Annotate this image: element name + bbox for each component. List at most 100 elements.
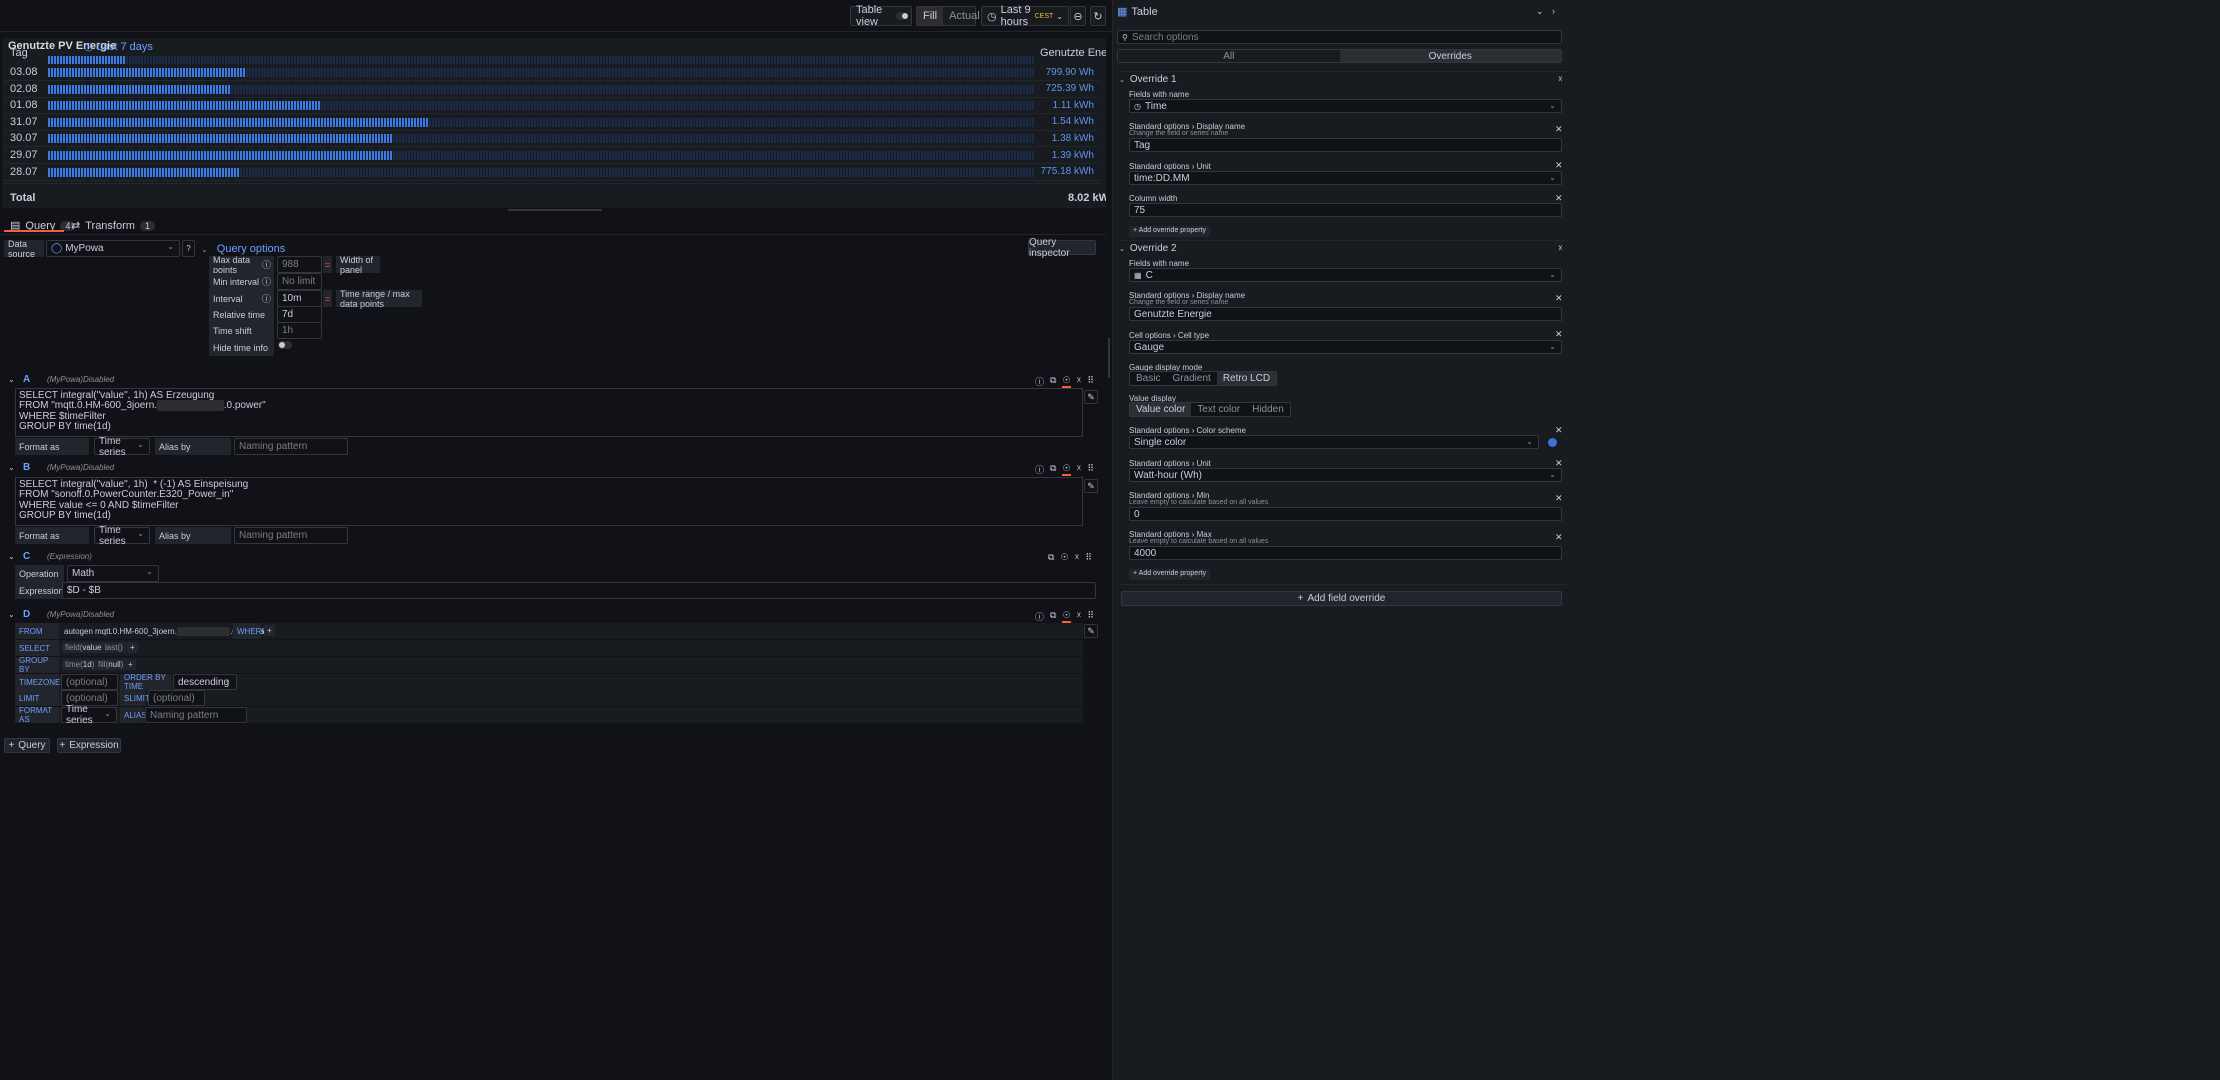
datasource-help-button[interactable]: ? [182,240,195,257]
hide-icon[interactable]: ☉ [1062,463,1071,476]
alias-input[interactable]: Naming pattern [145,707,247,723]
duplicate-icon[interactable]: ⧉ [1050,610,1056,623]
gauge-retro-option[interactable]: Retro LCD [1216,372,1277,385]
search-options-input[interactable]: ⚲ Search options [1117,30,1562,44]
groupby-add-button[interactable]: + [125,659,136,670]
unit-select[interactable]: time:DD.MM ⌄ [1129,171,1562,185]
override-1-header[interactable]: ⌄ Override 1 [1119,74,1177,85]
min-interval-input[interactable]: No limit [277,273,322,290]
edit-button[interactable]: ✎ [1084,624,1098,638]
select-last[interactable]: last() [102,642,126,653]
operation-select[interactable]: Math ⌄ [67,565,159,582]
where-add-button[interactable]: + [264,625,275,636]
tab-overrides[interactable]: Overrides [1339,50,1561,62]
chevron-right-icon[interactable]: › [1552,6,1555,16]
toggle-switch[interactable] [896,12,909,20]
eye-icon[interactable]: ☉ [1060,552,1068,563]
help-icon[interactable]: ⓘ [1035,375,1044,388]
query-b-editor[interactable]: SELECT integral("value", 1h) * (-1) AS E… [15,477,1083,526]
max-data-points-input[interactable]: 988 [277,256,322,273]
query-b-header[interactable]: ⌄ B (MyPowa) Disabled [4,460,1102,474]
value-color-option[interactable]: Value color [1130,403,1192,416]
hide-icon[interactable]: ☉ [1062,375,1071,388]
from-policy[interactable]: autogen [64,627,93,636]
fields-with-name-select[interactable]: ▦ C ⌄ [1129,268,1562,282]
add-override-property-button[interactable]: + Add override property [1129,226,1210,237]
table-view-toggle[interactable]: Table view [850,4,912,28]
close-icon[interactable]: ✕ [1555,160,1563,171]
timezone-input[interactable]: (optional) [61,674,118,690]
add-expression-button[interactable]: + Expression [57,738,121,753]
visualization-picker[interactable]: ▦ Table [1117,5,1158,19]
expression-input[interactable]: $D - $B [62,582,1096,599]
drag-icon[interactable]: ⠿ [1087,463,1094,476]
hidden-option[interactable]: Hidden [1246,403,1290,416]
cell-type-select[interactable]: Gauge ⌄ [1129,340,1562,354]
format-as-select[interactable]: Time series ⌄ [94,436,150,458]
drag-icon[interactable]: ⠿ [1087,375,1094,388]
trash-icon[interactable]: ☓ [1558,243,1563,254]
alias-by-input[interactable]: Naming pattern [234,527,348,544]
display-name-input[interactable]: Genutzte Energie [1129,307,1562,321]
close-icon[interactable]: ✕ [1555,532,1563,543]
query-a-header[interactable]: ⌄ A (MyPowa) Disabled [4,372,1102,386]
close-icon[interactable]: ✕ [1555,329,1563,340]
select-field[interactable]: field(value) [62,642,108,653]
actual-option[interactable]: Actual [943,10,986,22]
hide-time-info-toggle[interactable] [278,341,292,349]
query-a-editor[interactable]: SELECT integral("value", 1h) AS Erzeugun… [15,388,1083,437]
query-d-header[interactable]: ⌄ D (MyPowa) Disabled [4,607,1102,621]
max-input[interactable]: 4000 [1129,546,1562,560]
groupby-fill[interactable]: fill(null) [95,659,127,670]
duplicate-icon[interactable]: ⧉ [1050,463,1056,476]
alias-by-input[interactable]: Naming pattern [234,438,348,455]
drag-icon[interactable]: ⠿ [1085,552,1092,563]
splitter-handle[interactable] [1108,338,1110,378]
chevron-down-icon[interactable]: ⌄ [1536,6,1544,17]
formatas-select[interactable]: Time series ⌄ [61,704,117,726]
fill-option[interactable]: Fill [917,7,944,25]
time-shift-input[interactable]: 1h [277,322,322,339]
groupby-time[interactable]: time(1d) [62,659,98,670]
close-icon[interactable]: ✕ [1555,493,1563,504]
help-icon[interactable]: ⓘ [1035,463,1044,476]
text-color-option[interactable]: Text color [1191,403,1246,416]
tab-all[interactable]: All [1118,50,1340,62]
zoom-out-button[interactable]: ⊖ [1070,6,1086,26]
drag-icon[interactable]: ⠿ [1087,610,1094,623]
gauge-gradient-option[interactable]: Gradient [1166,372,1216,385]
gauge-basic-option[interactable]: Basic [1130,372,1166,385]
time-range-picker[interactable]: ◷ Last 9 hours CEST ⌄ [981,4,1069,28]
add-field-override-button[interactable]: + Add field override [1121,591,1562,606]
close-icon[interactable]: ✕ [1555,124,1563,135]
help-icon[interactable]: ⓘ [1035,610,1044,623]
hide-icon[interactable]: ☉ [1062,610,1071,623]
unit-select[interactable]: Watt-hour (Wh) ⌄ [1129,468,1562,482]
trash-icon[interactable]: ☓ [1077,610,1082,623]
duplicate-icon[interactable]: ⧉ [1048,552,1054,563]
min-input[interactable]: 0 [1129,507,1562,521]
tab-transform[interactable]: ⇄ Transform 1 [71,219,155,232]
color-scheme-select[interactable]: Single color ⌄ [1129,435,1539,449]
close-icon[interactable]: ✕ [1555,293,1563,304]
add-override-property-button[interactable]: + Add override property [1129,569,1210,580]
duplicate-icon[interactable]: ⧉ [1050,375,1056,388]
relative-time-input[interactable]: 7d [277,306,322,323]
query-inspector-button[interactable]: Query inspector [1028,237,1096,259]
query-c-header[interactable]: ⌄ C (Expression) [4,549,1102,563]
relative-time-link[interactable]: ◷ Last 7 days [84,40,153,53]
query-options-toggle[interactable]: ⌄ Query options [201,243,285,255]
color-swatch[interactable] [1548,438,1557,447]
column-width-input[interactable]: 75 [1129,203,1562,217]
orderby-select[interactable]: descending ⌄ [173,674,237,690]
override-2-header[interactable]: ⌄ Override 2 [1119,243,1177,254]
trash-icon[interactable]: ☓ [1558,74,1563,85]
display-name-input[interactable]: Tag [1129,138,1562,152]
edit-button[interactable]: ✎ [1084,390,1098,404]
trash-icon[interactable]: ☓ [1075,552,1080,563]
close-icon[interactable]: ✕ [1555,425,1563,436]
add-query-button[interactable]: + Query [4,738,50,753]
select-add-button[interactable]: + [127,642,138,653]
trash-icon[interactable]: ☓ [1077,463,1082,476]
fields-with-name-select[interactable]: ◷ Time ⌄ [1129,99,1562,113]
